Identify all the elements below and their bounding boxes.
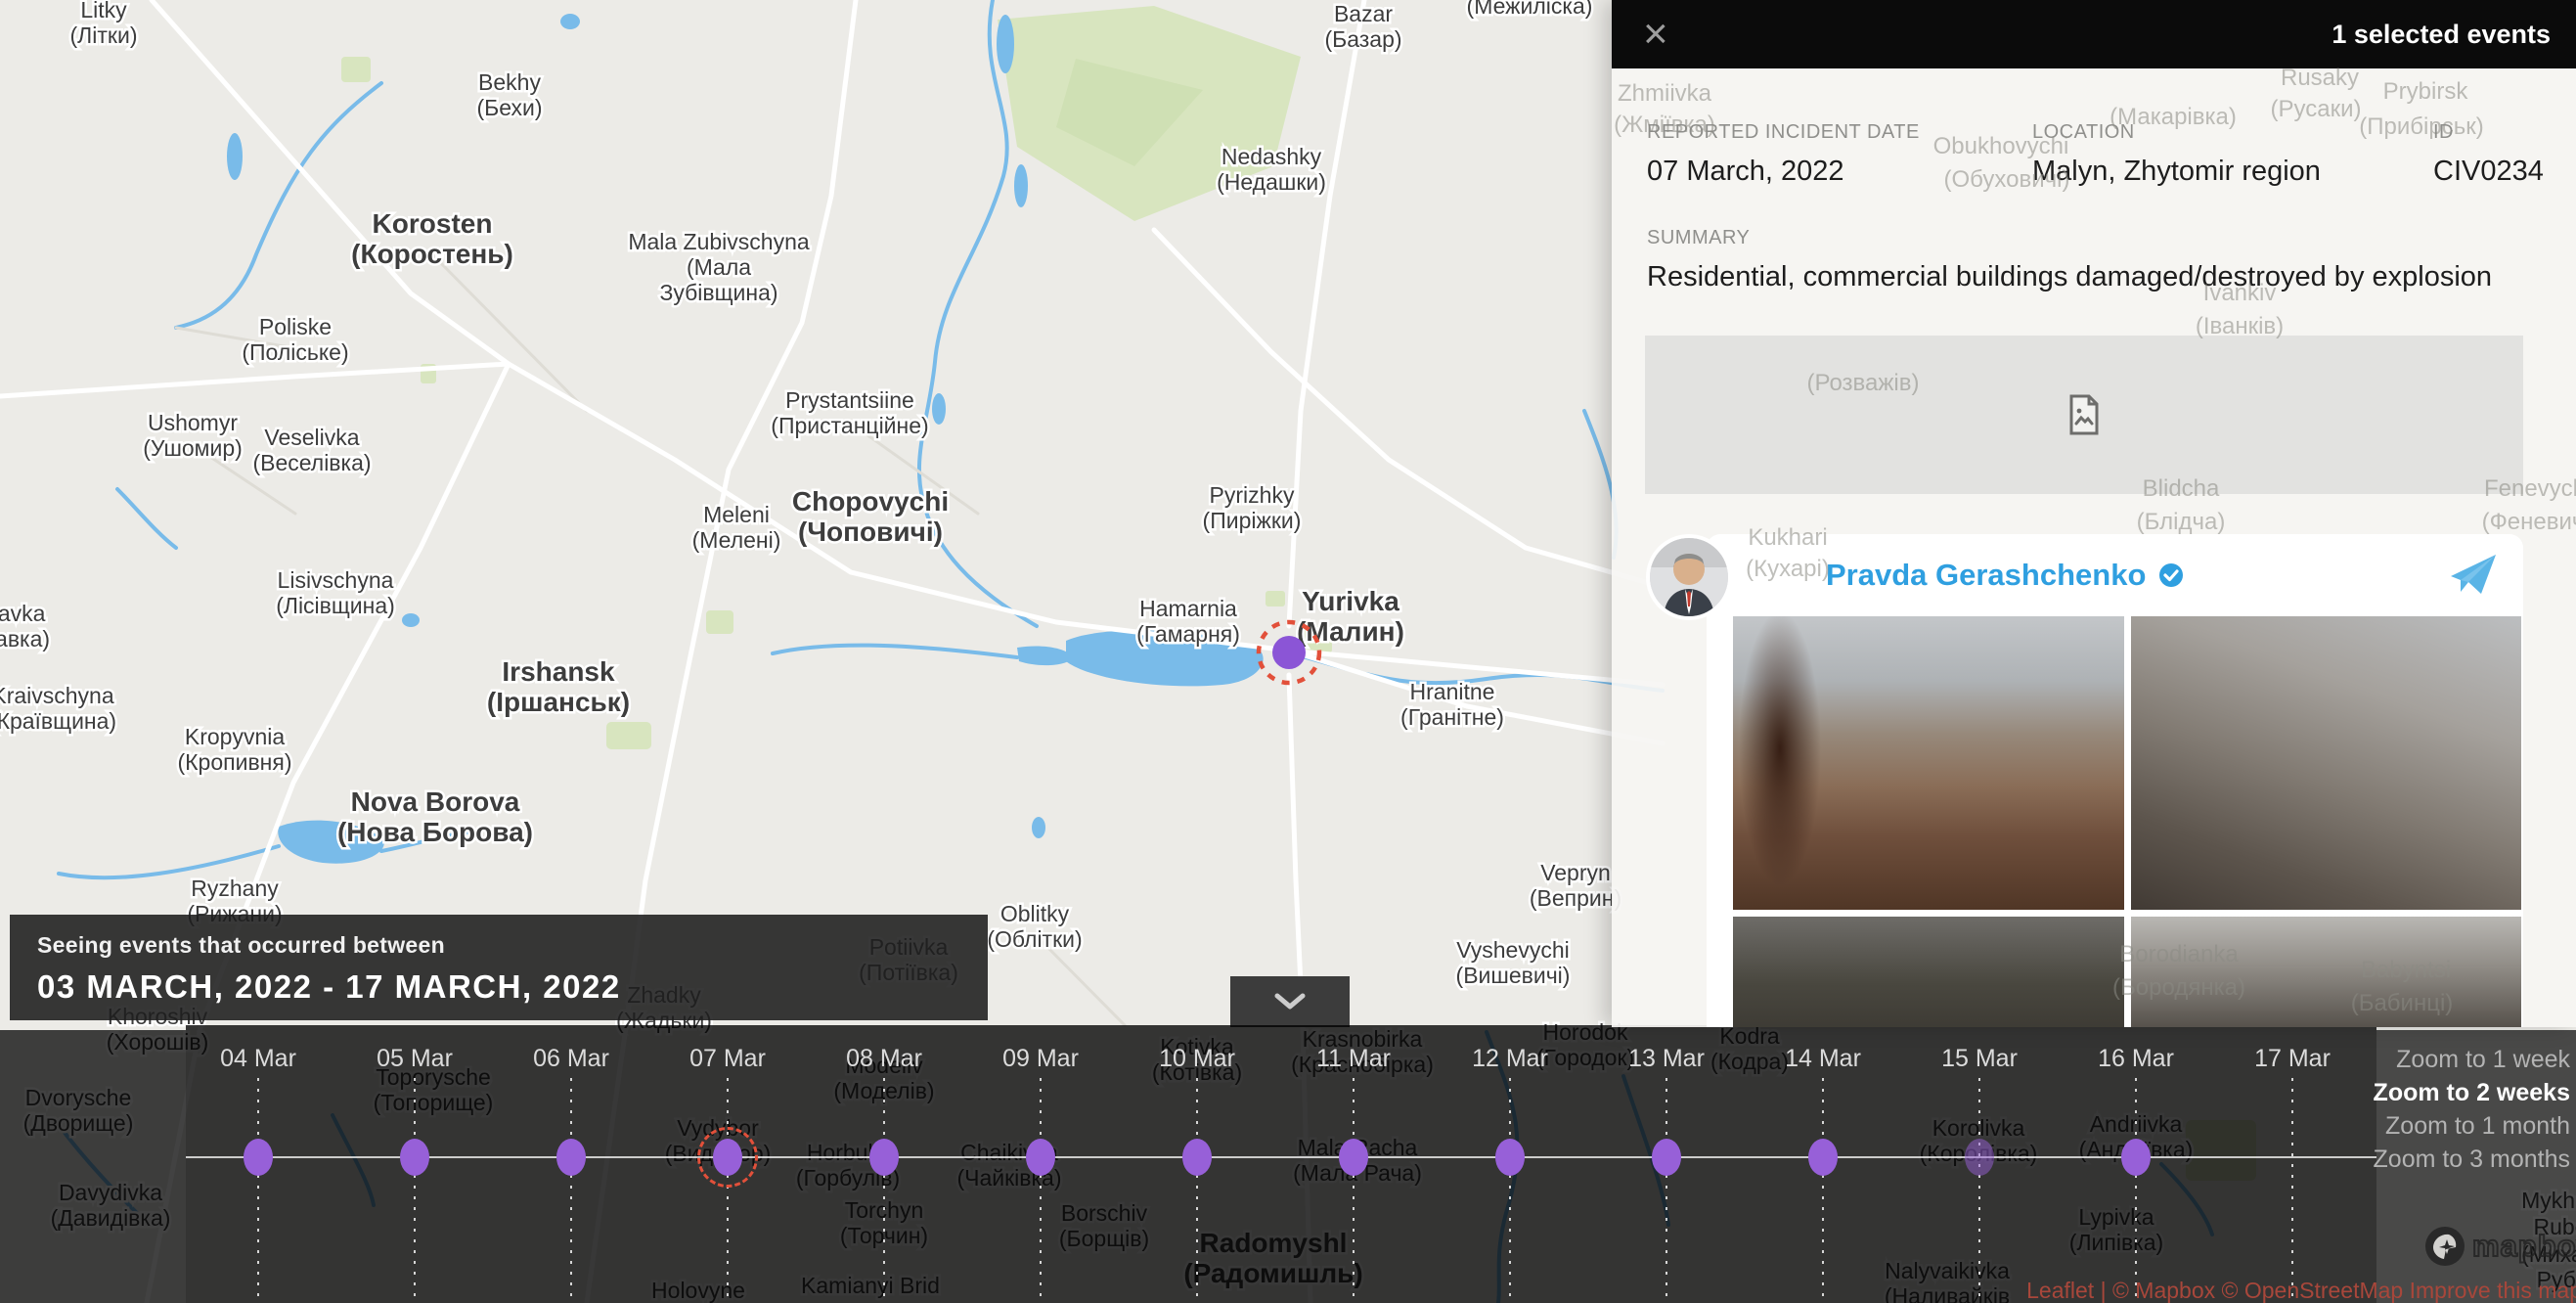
field-label: ID [2433,121,2544,144]
zoom-option-zoom-to-1-week[interactable]: Zoom to 1 week [2374,1043,2570,1076]
event-fields-row: REPORTED INCIDENT DATE 07 March, 2022 LO… [1647,121,2541,188]
timeline-event-dot[interactable] [1339,1139,1368,1176]
map-town-label: Bekhy(Бехи) [476,69,542,120]
field-location: LOCATION Malyn, Zhytomir region [2032,121,2433,188]
mapbox-wordmark: mapbox [2472,1229,2576,1264]
map-town-label: Veselivka(Веселівка) [252,425,371,475]
timeline-event-dot[interactable] [400,1139,429,1176]
verified-badge-icon [2157,562,2185,589]
map-town-label: Nova Borova(Нова Борова) [337,786,533,847]
map-town-label: Oblitky(Облітки) [987,901,1082,952]
avatar [1650,538,1728,616]
embed-photo-3[interactable] [1733,917,2124,1027]
mapbox-logo[interactable]: mapbox [2423,1225,2576,1268]
app-window: Litky(Літки)Bazar(Базар)(Межиліска)Bekhy… [0,0,2576,1303]
infobox-date-range: 03 MARCH, 2022 - 17 MARCH, 2022 [37,968,988,1006]
zoom-option-zoom-to-3-months[interactable]: Zoom to 3 months [2374,1143,2570,1176]
map-attribution[interactable]: Leaflet | © Mapbox © OpenStreetMap Impro… [2026,1278,2576,1303]
map-town-label: Irshansk(Іршанськ) [487,656,630,717]
embed-photo-2[interactable] [2131,616,2522,910]
map-town-label: Pyrizhky(Пиріжки) [1203,482,1302,533]
map-town-label: Vepryn(Веприн) [1530,860,1621,911]
timeline-event-dot[interactable] [244,1139,273,1176]
embed-photo-4[interactable] [2131,917,2522,1027]
map-town-label: Lisivschyna(Лісівщина) [276,567,395,618]
map-town-label: shavka(шавка) [0,601,50,652]
timeline-event-dot[interactable] [556,1139,586,1176]
map-town-label: Korosten(Коростень) [351,208,513,269]
map-town-label: Vyshevychi(Вишевичі) [1456,937,1571,988]
field-id: ID CIV0234 [2433,121,2544,188]
broken-image-icon [2067,394,2101,435]
field-label: LOCATION [2032,121,2433,144]
map-town-label: Kraivschyna(Краївщина) [0,683,116,734]
timeline-collapse-button[interactable] [1230,976,1350,1027]
close-icon[interactable]: × [1643,15,1668,54]
zoom-option-zoom-to-1-month[interactable]: Zoom to 1 month [2374,1109,2570,1143]
selected-events-count: 1 selected events [2332,20,2551,50]
timeline-event-dot[interactable] [1808,1139,1838,1176]
embed-photo-1[interactable] [1733,616,2124,910]
field-summary: SUMMARY Residential, commercial building… [1647,227,2541,293]
timeline-event-dot[interactable] [1026,1139,1055,1176]
timeline-event-dot[interactable] [869,1139,899,1176]
timeline-band[interactable] [186,1025,2376,1303]
timeline-event-dot[interactable] [1182,1139,1212,1176]
attachment-placeholder [1645,336,2523,494]
field-value: Malyn, Zhytomir region [2032,156,2433,188]
summary-value: Residential, commercial buildings damage… [1647,261,2541,293]
telegram-embed-header: Pravda Gerashchenko [1707,534,2523,616]
map-town-label: Ushomyr(Ушомир) [143,410,243,461]
mapbox-logo-icon [2423,1225,2466,1268]
field-label: REPORTED INCIDENT DATE [1647,121,2032,144]
map-town-label: Hamarnia(Гамарня) [1136,596,1240,647]
map-town-label: (Межиліска) [1467,0,1593,19]
infobox-caption: Seeing events that occurred between [37,932,988,959]
field-value: CIV0234 [2433,156,2544,188]
timeline-event-dot[interactable] [1495,1139,1525,1176]
chevron-down-icon [1273,992,1307,1011]
map-town-label: Meleni(Мелені) [692,502,781,553]
timeline-band-left [0,1030,186,1303]
event-detail-panel: × 1 selected events REPORTED INCIDENT DA… [1612,0,2576,1027]
field-reported-incident-date: REPORTED INCIDENT DATE 07 March, 2022 [1647,121,2032,188]
telegram-photo-grid [1733,616,2521,1027]
map-town-label: Bazar(Базар) [1324,1,1401,52]
date-range-infobox: Seeing events that occurred between 03 M… [10,915,988,1020]
timeline-event-dot[interactable] [1965,1139,1994,1176]
map-town-label: Prystantsiine(Пристанційне) [771,387,928,438]
panel-header: × 1 selected events [1612,0,2576,68]
event-marker-dot[interactable] [1272,636,1306,669]
timeline-event-dot[interactable] [713,1139,742,1176]
zoom-option-zoom-to-2-weeks[interactable]: Zoom to 2 weeks [2374,1076,2570,1109]
map-town-label: Nedashky(Недашки) [1217,144,1326,195]
map-town-label: Kropyvnia(Кропивня) [178,724,292,775]
timeline-zoom-options: Zoom to 1 weekZoom to 2 weeksZoom to 1 m… [2374,1043,2570,1176]
telegram-embed-card[interactable]: Pravda Gerashchenko [1707,534,2523,1027]
telegram-channel-name[interactable]: Pravda Gerashchenko [1826,558,2146,593]
map-town-label: Chopovychi(Чоповичі) [792,486,949,547]
field-value: 07 March, 2022 [1647,156,2032,188]
map-town-label: Hranitne(Гранітне) [1400,679,1504,730]
telegram-plane-icon[interactable] [2449,553,2498,598]
timeline-event-dot[interactable] [1652,1139,1681,1176]
timeline-event-dot[interactable] [2121,1139,2151,1176]
summary-label: SUMMARY [1647,227,2541,249]
